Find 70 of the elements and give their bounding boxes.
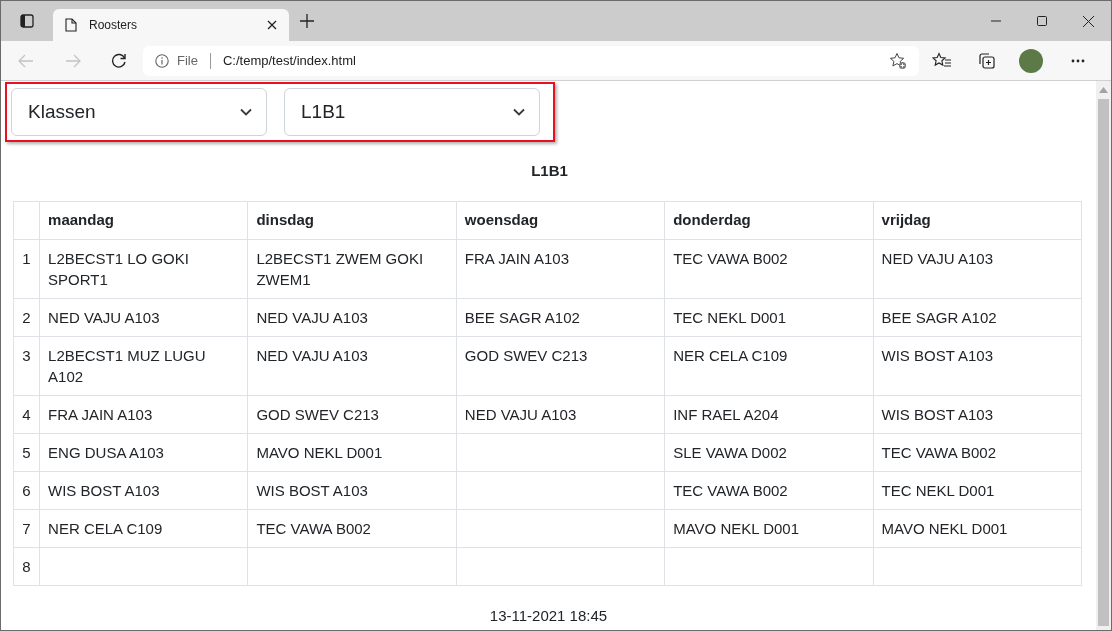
lesson-text: MAVO NEKL D001 [881,519,1008,537]
schedule-title: L1B1 [531,161,568,181]
row-number: 7 [22,519,31,537]
lesson-text: BEE SAGR A102 [464,308,580,326]
lesson-text: FRA JAIN A103 [48,405,153,423]
lesson-text: FRA JAIN A103 [464,249,569,267]
row-number: 6 [22,481,31,499]
column-header: woensdag [464,210,539,228]
row-number: 4 [22,405,31,423]
lesson-text: GOD SWEV C213 [256,405,379,423]
favorites-icon[interactable] [932,51,952,70]
lesson-text: NED VAJU A103 [256,346,368,364]
lesson-text: TEC VAWA B002 [881,443,997,461]
lesson-text: TEC NEKL D001 [881,481,995,499]
lesson-text: MAVO NEKL D001 [256,443,383,461]
lesson-text: NED VAJU A103 [464,405,577,423]
maximize-icon[interactable] [1037,16,1047,26]
lesson-text: NER CELA C109 [48,519,163,537]
lesson-text: NED VAJU A103 [256,308,368,326]
collections-icon[interactable] [977,51,995,70]
new-tab-icon[interactable] [300,14,314,28]
row-number: 1 [22,249,31,267]
page-icon [65,18,77,32]
lesson-text: WIS BOST A103 [881,346,993,364]
chevron-down-icon [240,108,252,116]
more-options-icon[interactable] [1071,58,1085,63]
chevron-down-icon [513,108,525,116]
lesson-text: TEC NEKL D001 [673,308,786,326]
tab-actions-icon[interactable] [20,14,34,28]
refresh-icon[interactable] [111,52,127,69]
lesson-text: NED VAJU A103 [881,249,993,267]
close-tab-icon[interactable] [267,20,277,30]
lesson-text: WIS BOST A103 [256,481,368,499]
tab-title: Roosters [89,17,139,34]
lesson-text: TEC VAWA B002 [673,481,788,499]
lesson-text: INF RAEL A204 [673,405,779,423]
close-icon[interactable] [1082,15,1094,27]
lesson-text: WIS BOST A103 [48,481,160,499]
lesson-text: L2BECST1 MUZ LUGU A102 [48,346,206,385]
dropdown-select[interactable]: Klassen [11,88,267,136]
lesson-text: TEC VAWA B002 [256,519,371,537]
lesson-text: L2BECST1 ZWEM GOKI ZWEM1 [256,249,424,288]
row-number: 3 [22,346,31,364]
lesson-text: BEE SAGR A102 [881,308,997,326]
column-header: dinsdag [256,210,314,228]
column-header: donderdag [673,210,751,228]
profile-avatar[interactable] [1019,48,1043,73]
address-bar[interactable]: File C:/temp/test/index.html [143,45,919,76]
lesson-text: SLE VAWA D002 [673,443,787,461]
address-prefix: File [177,51,198,70]
add-favorite-icon[interactable] [889,51,907,70]
scrollbar-thumb[interactable] [1098,99,1109,626]
row-number: 5 [22,443,31,461]
lesson-text: TEC VAWA B002 [673,249,788,267]
dropdown-select[interactable]: L1B1 [284,88,540,136]
lesson-text: GOD SWEV C213 [464,346,588,364]
lesson-text: MAVO NEKL D001 [673,519,800,537]
lesson-text: WIS BOST A103 [881,405,993,423]
column-header: vrijdag [881,210,931,228]
info-icon [155,53,169,68]
lesson-text: L2BECST1 LO GOKI SPORT1 [48,249,189,288]
lesson-text: NED VAJU A103 [48,308,160,326]
url-text: C:/temp/test/index.html [222,51,357,70]
lesson-text: NER CELA C109 [673,346,788,364]
timestamp: 13-11-2021 18:45 [489,605,608,626]
lesson-text: ENG DUSA A103 [48,443,164,461]
row-number: 8 [22,557,31,575]
browser-tab[interactable]: Roosters [53,9,289,41]
column-header: maandag [48,210,114,228]
row-number: 2 [22,308,31,326]
